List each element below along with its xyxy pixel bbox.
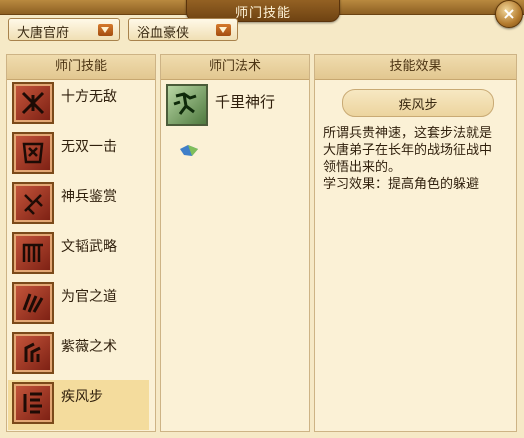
weapon-icon[interactable] — [12, 182, 54, 224]
character-dropdown-value: 浴血豪侠 — [137, 26, 190, 41]
close-button[interactable]: × — [495, 0, 523, 28]
sect-dropdown-value: 大唐官府 — [17, 26, 70, 41]
skill-row-wentao[interactable]: 文韬武略 — [8, 230, 149, 280]
effect-description: 所谓兵贵神速，这套步法就是 大唐弟子在长年的战场征战中 领悟出来的。 学习效果：… — [323, 125, 519, 193]
star-icon[interactable] — [12, 332, 54, 374]
chevron-down-icon[interactable] — [216, 24, 231, 36]
effect-desc-line: 所谓兵贵神速，这套步法就是 — [323, 126, 493, 141]
effect-desc-line: 大唐弟子在长年的战场征战中 — [323, 143, 493, 158]
skill-row-wushuang[interactable]: 无双一击 — [8, 130, 149, 180]
skill-row-ziwei[interactable]: 紫薇之术 — [8, 330, 149, 380]
skill-label: 紫薇之术 — [61, 339, 117, 355]
effect-name: 疾风步 — [398, 98, 438, 113]
rank-icon[interactable] — [12, 282, 54, 324]
skill-row-weiguan[interactable]: 为官之道 — [8, 280, 149, 330]
skill-label: 为官之道 — [61, 289, 117, 305]
spells-panel-header: 师门法术 — [161, 55, 309, 80]
armor-icon[interactable] — [12, 132, 54, 174]
running-man-icon[interactable] — [166, 84, 208, 126]
skills-panel: 师门技能 十方无敌 无双一击 神兵鉴赏 文韬武略 为官之道 紫薇之术 疾风步 — [6, 54, 156, 432]
skill-row-shenbing[interactable]: 神兵鉴赏 — [8, 180, 149, 230]
effect-name-plate: 疾风步 — [342, 89, 494, 117]
spell-label[interactable]: 千里神行 — [215, 91, 275, 112]
skill-label: 无双一击 — [61, 139, 117, 155]
sect-dropdown[interactable]: 大唐官府 — [8, 18, 120, 41]
skill-row-shifang[interactable]: 十方无敌 — [8, 80, 149, 130]
chevron-down-icon[interactable] — [98, 24, 113, 36]
effect-desc-line: 领悟出来的。 — [323, 160, 402, 175]
scroll-icon[interactable] — [12, 232, 54, 274]
skill-label: 疾风步 — [61, 389, 103, 405]
effect-panel: 技能效果 疾风步 所谓兵贵神速，这套步法就是 大唐弟子在长年的战场征战中 领悟出… — [314, 54, 517, 432]
gem-icon — [180, 145, 198, 156]
character-dropdown[interactable]: 浴血豪侠 — [128, 18, 238, 41]
wind-step-icon[interactable] — [12, 382, 54, 424]
effect-panel-header: 技能效果 — [315, 55, 516, 80]
skill-row-jifeng[interactable]: 疾风步 — [8, 380, 149, 430]
crossed-blades-icon[interactable] — [12, 82, 54, 124]
skill-label: 十方无敌 — [61, 89, 117, 105]
spells-panel: 师门法术 千里神行 — [160, 54, 310, 432]
effect-desc-line: 学习效果：提高角色的躲避 — [323, 177, 480, 192]
skill-label: 文韬武略 — [61, 239, 117, 255]
skill-label: 神兵鉴赏 — [61, 189, 117, 205]
close-icon[interactable]: × — [496, 4, 522, 24]
skills-panel-header: 师门技能 — [7, 55, 155, 80]
